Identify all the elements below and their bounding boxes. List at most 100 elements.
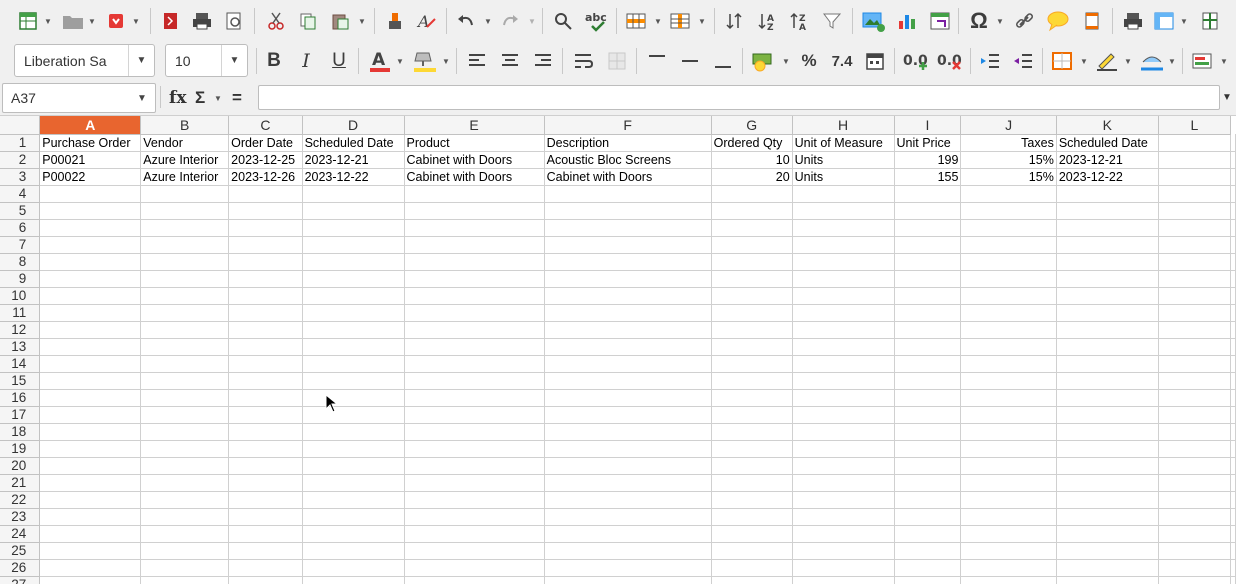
cell-k24[interactable] — [1056, 525, 1159, 543]
column-header-j[interactable]: J — [960, 116, 1057, 135]
cell-h12[interactable] — [792, 321, 895, 339]
insert-chart-icon[interactable] — [892, 7, 922, 35]
cell-d14[interactable] — [302, 355, 405, 373]
column-header-k[interactable]: K — [1056, 116, 1159, 135]
cell-f16[interactable] — [544, 389, 712, 407]
cell-c9[interactable] — [228, 270, 303, 288]
cell-a7[interactable] — [39, 236, 142, 254]
cell-g15[interactable] — [711, 372, 793, 390]
cell-i11[interactable] — [894, 304, 962, 322]
cell-c24[interactable] — [228, 525, 303, 543]
cell-c17[interactable] — [228, 406, 303, 424]
cell-d11[interactable] — [302, 304, 405, 322]
cell-f2[interactable]: Acoustic Bloc Screens — [544, 151, 712, 169]
cell-l22[interactable] — [1158, 491, 1232, 509]
cell-e11[interactable] — [404, 304, 545, 322]
cell-i10[interactable] — [894, 287, 962, 305]
cell-h7[interactable] — [792, 236, 895, 254]
special-character-dropdown-icon[interactable]: ▼ — [996, 7, 1004, 35]
cell-l13[interactable] — [1158, 338, 1232, 356]
cell-h18[interactable] — [792, 423, 895, 441]
cell-h6[interactable] — [792, 219, 895, 237]
cell-i26[interactable] — [894, 559, 962, 577]
font-name-dropdown-icon[interactable]: ▼ — [128, 45, 154, 76]
column-header-l[interactable]: L — [1158, 116, 1232, 135]
cell-c11[interactable] — [228, 304, 303, 322]
cell-e4[interactable] — [404, 185, 545, 203]
cell-j1[interactable]: Taxes — [960, 134, 1057, 152]
cell-i25[interactable] — [894, 542, 962, 560]
cell-a14[interactable] — [39, 355, 142, 373]
cell-b6[interactable] — [140, 219, 230, 237]
font-size-value[interactable]: 10 — [166, 53, 221, 69]
paste-dropdown-icon[interactable]: ▼ — [358, 7, 366, 35]
cell-d15[interactable] — [302, 372, 405, 390]
cut-icon[interactable] — [262, 7, 290, 35]
cell-k27[interactable] — [1056, 576, 1159, 584]
special-character-icon[interactable]: Ω — [964, 7, 994, 35]
cell-e3[interactable]: Cabinet with Doors — [404, 168, 545, 186]
cell-l9[interactable] — [1158, 270, 1232, 288]
cell-c1[interactable]: Order Date — [228, 134, 303, 152]
align-right-icon[interactable] — [530, 47, 556, 75]
cell-c14[interactable] — [228, 355, 303, 373]
cell-h10[interactable] — [792, 287, 895, 305]
row-header[interactable]: 7 — [0, 236, 41, 254]
percent-format-icon[interactable]: % — [796, 47, 822, 75]
cell-d1[interactable]: Scheduled Date — [302, 134, 405, 152]
cell-c19[interactable] — [228, 440, 303, 458]
cell-b8[interactable] — [140, 253, 230, 271]
cell-g10[interactable] — [711, 287, 793, 305]
cell-c8[interactable] — [228, 253, 303, 271]
cell-i3[interactable]: 155 — [894, 168, 962, 186]
cell-j22[interactable] — [960, 491, 1057, 509]
cell-d3[interactable]: 2023-12-22 — [302, 168, 405, 186]
cell-e9[interactable] — [404, 270, 545, 288]
borders-icon[interactable] — [1048, 47, 1076, 75]
cell-a27[interactable] — [39, 576, 142, 584]
cell-f21[interactable] — [544, 474, 712, 492]
merge-cells-icon[interactable] — [603, 47, 631, 75]
save-icon[interactable] — [102, 7, 130, 35]
cell-e14[interactable] — [404, 355, 545, 373]
cell-l10[interactable] — [1158, 287, 1232, 305]
cell-e1[interactable]: Product — [404, 134, 545, 152]
cell-e18[interactable] — [404, 423, 545, 441]
cell-b2[interactable]: Azure Interior — [140, 151, 230, 169]
cell-h9[interactable] — [792, 270, 895, 288]
cell-l23[interactable] — [1158, 508, 1232, 526]
cell-c20[interactable] — [228, 457, 303, 475]
cell-j20[interactable] — [960, 457, 1057, 475]
sort-ascending-icon[interactable]: AZ — [754, 7, 782, 35]
row-header[interactable]: 8 — [0, 253, 41, 271]
cell-e23[interactable] — [404, 508, 545, 526]
cell-h14[interactable] — [792, 355, 895, 373]
cell-i21[interactable] — [894, 474, 962, 492]
delete-decimal-place-icon[interactable]: 0.0 — [934, 47, 964, 75]
cell-g13[interactable] — [711, 338, 793, 356]
cell-h27[interactable] — [792, 576, 895, 584]
cell-g27[interactable] — [711, 576, 793, 584]
border-style-icon[interactable] — [1092, 47, 1122, 75]
row-header[interactable]: 2 — [0, 151, 41, 169]
cell-g14[interactable] — [711, 355, 793, 373]
cell-b3[interactable]: Azure Interior — [140, 168, 230, 186]
cell-a21[interactable] — [39, 474, 142, 492]
cell-l17[interactable] — [1158, 406, 1232, 424]
new-dropdown-icon[interactable]: ▼ — [44, 7, 52, 35]
cell-f1[interactable]: Description — [544, 134, 712, 152]
add-decimal-place-icon[interactable]: 0.0 — [900, 47, 930, 75]
cell-d8[interactable] — [302, 253, 405, 271]
cell-f4[interactable] — [544, 185, 712, 203]
cell-f20[interactable] — [544, 457, 712, 475]
cell-k11[interactable] — [1056, 304, 1159, 322]
cell-f17[interactable] — [544, 406, 712, 424]
row-header[interactable]: 19 — [0, 440, 41, 458]
cell-j27[interactable] — [960, 576, 1057, 584]
cell-b22[interactable] — [140, 491, 230, 509]
cell-a12[interactable] — [39, 321, 142, 339]
sum-icon[interactable]: Σ — [195, 86, 205, 110]
cell-g11[interactable] — [711, 304, 793, 322]
cell-d23[interactable] — [302, 508, 405, 526]
italic-icon[interactable]: I — [294, 47, 318, 75]
